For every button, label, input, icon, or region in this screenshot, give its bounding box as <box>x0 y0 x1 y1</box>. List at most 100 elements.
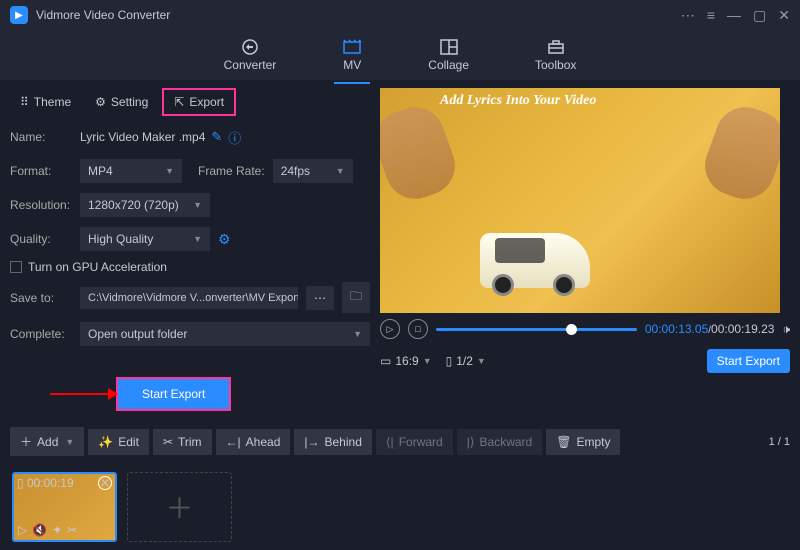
ahead-button[interactable]: ←| Ahead <box>216 429 291 455</box>
progress-bar[interactable] <box>436 328 637 331</box>
remove-clip-icon[interactable]: ✕ <box>98 476 112 490</box>
behind-icon: |→ <box>304 435 319 449</box>
format-label: Format: <box>10 164 72 178</box>
select-value: 1280x720 (720p) <box>88 198 179 212</box>
btn-label: Ahead <box>246 435 281 449</box>
btn-label: Forward <box>399 435 443 449</box>
page-indicator: 1 / 1 <box>769 436 790 448</box>
nav-converter[interactable]: Converter <box>216 34 285 76</box>
forward-icon: ⟨| <box>386 435 394 449</box>
tab-setting[interactable]: ⚙Setting <box>85 88 158 116</box>
main-nav: Converter MV Collage Toolbox <box>0 30 800 80</box>
name-label: Name: <box>10 130 72 144</box>
clip-effect-icon[interactable]: ✦ <box>52 523 62 537</box>
backward-button[interactable]: |⟩ Backward <box>457 429 543 455</box>
converter-icon <box>240 38 260 56</box>
close-icon[interactable]: ✕ <box>778 7 790 24</box>
chevron-down-icon: ▼ <box>193 200 202 210</box>
gpu-label: Turn on GPU Acceleration <box>28 260 167 274</box>
export-icon: ⇱ <box>174 95 184 109</box>
edit-button[interactable]: ✨Edit <box>88 429 149 455</box>
clip-icon: ▯ <box>446 354 453 368</box>
app-name: Vidmore Video Converter <box>36 8 170 22</box>
theme-icon: ⠿ <box>20 95 29 109</box>
gpu-checkbox[interactable] <box>10 261 22 273</box>
browse-button[interactable]: ⋯ <box>306 286 334 310</box>
start-export-button-small[interactable]: Start Export <box>707 349 790 373</box>
forward-button[interactable]: ⟨| Forward <box>376 429 453 455</box>
menu-icon[interactable]: ≡ <box>707 7 715 23</box>
start-export-button[interactable]: Start Export <box>116 377 231 411</box>
maximize-icon[interactable]: ▢ <box>753 7 766 24</box>
saveto-path[interactable]: C:\Vidmore\Vidmore V...onverter\MV Expor… <box>80 287 298 309</box>
btn-label: Empty <box>576 435 610 449</box>
tab-label: Setting <box>111 95 148 109</box>
select-value: High Quality <box>88 232 153 246</box>
minimize-icon[interactable]: — <box>727 7 741 23</box>
clip-thumbnail[interactable]: ▯ 00:00:19 ✕ ▷ 🔇 ✦ ✂ <box>12 472 117 542</box>
quality-select[interactable]: High Quality▼ <box>80 227 210 251</box>
nav-collage[interactable]: Collage <box>420 34 477 76</box>
btn-label: Add <box>37 435 58 449</box>
nav-label: Collage <box>428 58 469 72</box>
collage-icon <box>439 38 459 56</box>
framerate-label: Frame Rate: <box>198 164 265 178</box>
tab-export[interactable]: ⇱ Export <box>162 88 236 116</box>
clip-play-icon[interactable]: ▷ <box>18 523 27 537</box>
mv-icon <box>342 38 362 56</box>
play-button[interactable]: ▷ <box>380 319 400 339</box>
preview-graphic <box>480 233 590 288</box>
clip-mute-icon[interactable]: 🔇 <box>32 523 47 537</box>
btn-label: Edit <box>118 435 139 449</box>
clip-toolbar: ＋Add▼ ✨Edit ✂Trim ←|Ahead |→Behind ⟨|For… <box>0 419 800 464</box>
format-select[interactable]: MP4▼ <box>80 159 182 183</box>
add-button[interactable]: ＋Add▼ <box>10 427 84 456</box>
nav-label: MV <box>343 58 361 72</box>
stop-button[interactable]: □ <box>408 319 428 339</box>
btn-label: Backward <box>480 435 533 449</box>
resolution-select[interactable]: 1280x720 (720p) ▼ <box>80 193 210 217</box>
chevron-down-icon: ▼ <box>423 356 432 366</box>
nav-mv[interactable]: MV <box>334 34 370 76</box>
quality-settings-icon[interactable]: ⚙ <box>218 231 231 248</box>
annotation-arrow <box>50 393 110 395</box>
toolbox-icon <box>546 38 566 56</box>
framerate-select[interactable]: 24fps▼ <box>273 159 353 183</box>
saveto-label: Save to: <box>10 291 72 305</box>
trim-button[interactable]: ✂Trim <box>153 429 212 455</box>
backward-icon: |⟩ <box>467 435 475 449</box>
clip-number-select[interactable]: ▯1/2▼ <box>446 354 486 368</box>
right-panel: Add Lyrics Into Your Video ▷ □ 00:00:13.… <box>380 88 790 411</box>
clip-duration: ▯ 00:00:19 <box>17 476 74 490</box>
aspect-value: 16:9 <box>395 354 418 368</box>
behind-button[interactable]: |→Behind <box>294 429 372 455</box>
feedback-icon[interactable]: ⋯ <box>681 7 695 24</box>
complete-label: Complete: <box>10 327 72 341</box>
time-display: 00:00:13.05/00:00:19.23 <box>645 322 775 336</box>
aspect-ratio-select[interactable]: ▭ 16:9 ▼ <box>380 354 432 368</box>
video-preview[interactable]: Add Lyrics Into Your Video <box>380 88 780 313</box>
open-folder-button[interactable]: 🗀 <box>342 282 370 313</box>
aspect-icon: ▭ <box>380 354 391 368</box>
complete-select[interactable]: Open output folder▼ <box>80 322 370 346</box>
select-value: Open output folder <box>88 327 187 341</box>
clip-trim-icon[interactable]: ✂ <box>67 523 77 537</box>
clip-value: 1/2 <box>456 354 473 368</box>
plus-icon: ＋ <box>20 433 32 450</box>
tab-theme[interactable]: ⠿Theme <box>10 88 81 116</box>
volume-icon[interactable]: 🕩 <box>782 322 790 337</box>
empty-button[interactable]: 🗑Empty <box>546 429 620 455</box>
add-clip-button[interactable]: ＋ <box>127 472 232 542</box>
left-panel: ⠿Theme ⚙Setting ⇱Export Name: Lyric Vide… <box>10 88 370 411</box>
quality-label: Quality: <box>10 232 72 246</box>
preview-graphic <box>380 99 463 208</box>
edit-icon[interactable]: ✎ <box>211 129 222 145</box>
chevron-down-icon: ▼ <box>336 166 345 176</box>
ahead-icon: ←| <box>226 435 241 449</box>
tab-label: Export <box>189 95 224 109</box>
timeline: ▯ 00:00:19 ✕ ▷ 🔇 ✦ ✂ ＋ <box>0 464 800 550</box>
nav-toolbox[interactable]: Toolbox <box>527 34 584 76</box>
info-icon[interactable]: ⓘ <box>228 128 241 147</box>
titlebar: ▶ Vidmore Video Converter ⋯ ≡ — ▢ ✕ <box>0 0 800 30</box>
resolution-label: Resolution: <box>10 198 72 212</box>
